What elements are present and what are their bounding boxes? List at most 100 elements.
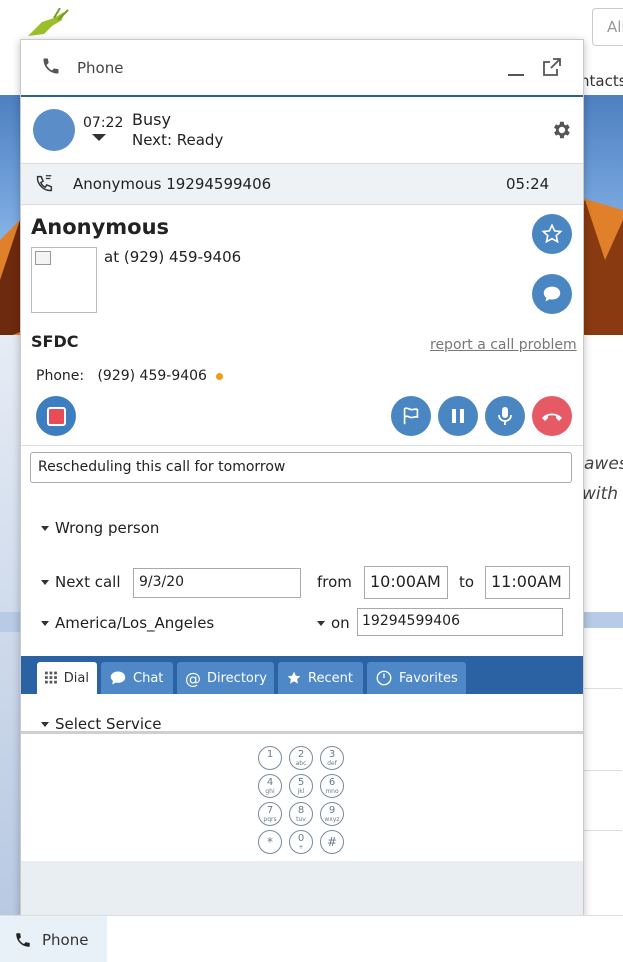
crm-source-label: SFDC bbox=[31, 332, 79, 351]
flag-icon bbox=[403, 407, 419, 425]
incoming-call-icon bbox=[36, 175, 53, 192]
agent-status-bar: 07:22 Busy Next: Ready bbox=[21, 97, 583, 164]
from-time-input[interactable]: 10:00AM bbox=[364, 566, 448, 599]
background-divider bbox=[582, 770, 622, 771]
next-call-select[interactable]: Next call bbox=[41, 573, 121, 591]
caret-down-icon bbox=[41, 621, 49, 626]
record-icon bbox=[46, 406, 66, 426]
from-label: from bbox=[317, 573, 352, 591]
softphone-header: Phone bbox=[21, 40, 583, 97]
clock-icon bbox=[376, 670, 392, 686]
keypad-key-3[interactable]: 3 def bbox=[320, 746, 344, 770]
active-call-bar: Anonymous 19294599406 05:24 bbox=[21, 164, 583, 205]
agent-avatar[interactable] bbox=[33, 109, 75, 151]
background-nav-contacts[interactable]: ntacts bbox=[580, 72, 623, 90]
background-divider bbox=[582, 830, 622, 831]
tab-favorites-label: Favorites bbox=[399, 670, 458, 686]
agent-status-label[interactable]: Busy bbox=[132, 110, 171, 129]
star-icon bbox=[541, 223, 563, 244]
phone-icon bbox=[16, 933, 30, 947]
background-header bbox=[0, 0, 623, 40]
agent-status-timer: 07:22 bbox=[83, 115, 124, 131]
background-divider bbox=[582, 688, 622, 689]
tab-directory-label: Directory bbox=[207, 670, 267, 686]
caret-down-icon bbox=[41, 722, 49, 727]
chevron-down-icon[interactable] bbox=[92, 134, 106, 141]
timezone-value: America/Los_Angeles bbox=[55, 614, 215, 632]
keypad-key-star[interactable]: * bbox=[258, 830, 282, 854]
pause-icon bbox=[452, 409, 464, 423]
popout-icon[interactable] bbox=[543, 58, 561, 76]
softphone-title: Phone bbox=[77, 59, 124, 77]
caret-down-icon bbox=[41, 526, 49, 531]
keypad-key-4[interactable]: 4 ghi bbox=[258, 774, 282, 798]
softphone-window: Phone 07:22 Busy Next: Ready Anonymous 1… bbox=[20, 39, 584, 917]
favorite-button[interactable] bbox=[532, 214, 572, 254]
tab-directory[interactable]: @ Directory bbox=[177, 662, 274, 694]
keypad-key-9[interactable]: 9 wxyz bbox=[320, 802, 344, 826]
on-number-select[interactable]: on bbox=[317, 614, 350, 632]
disposition-select[interactable]: Wrong person bbox=[41, 519, 159, 537]
tab-favorites[interactable]: Favorites bbox=[367, 662, 466, 694]
tab-dial-label: Dial bbox=[63, 670, 89, 686]
report-call-problem-link[interactable]: report a call problem bbox=[430, 337, 577, 353]
hold-button[interactable] bbox=[438, 396, 478, 436]
keypad-key-6[interactable]: 6 mno bbox=[320, 774, 344, 798]
microphone-icon bbox=[498, 407, 512, 425]
contact-phone-row: Phone: (929) 459-9406 bbox=[36, 368, 224, 384]
hangup-button[interactable] bbox=[532, 396, 572, 436]
utility-phone-button[interactable]: Phone bbox=[0, 916, 107, 962]
chat-button[interactable] bbox=[532, 274, 572, 314]
background-text: with bbox=[582, 484, 619, 504]
broken-image-icon bbox=[35, 251, 51, 265]
gear-icon[interactable] bbox=[550, 119, 572, 141]
presence-dot bbox=[216, 372, 224, 380]
bottom-utility-bar: Phone bbox=[0, 915, 623, 962]
transfer-button[interactable] bbox=[391, 396, 431, 436]
mute-button[interactable] bbox=[485, 396, 525, 436]
tab-chat-label: Chat bbox=[133, 670, 164, 686]
contact-photo bbox=[31, 247, 97, 313]
tab-dial[interactable]: Dial bbox=[37, 662, 97, 694]
chat-bubble-icon bbox=[543, 286, 561, 302]
background-search-input[interactable]: All bbox=[592, 8, 623, 46]
tab-recent[interactable]: Recent bbox=[278, 662, 363, 694]
keypad-key-hash[interactable]: # bbox=[320, 830, 344, 854]
softphone-footer bbox=[21, 861, 583, 916]
next-call-label: Next call bbox=[55, 573, 121, 591]
disposition-value: Wrong person bbox=[55, 519, 160, 537]
caller-id: Anonymous 19294599406 bbox=[73, 175, 272, 193]
hangup-icon bbox=[542, 413, 562, 421]
minimize-button[interactable] bbox=[508, 64, 524, 76]
contact-number: at (929) 459-9406 bbox=[104, 248, 242, 266]
phone-icon bbox=[43, 58, 59, 74]
on-label: on bbox=[331, 614, 350, 632]
contact-panel: Anonymous at (929) 459-9406 SFDC report … bbox=[21, 205, 583, 446]
star-icon bbox=[287, 671, 301, 684]
timezone-select[interactable]: America/Los_Angeles bbox=[41, 614, 214, 632]
keypad-key-8[interactable]: 8 tuv bbox=[289, 802, 313, 826]
grasshopper-logo-icon bbox=[28, 8, 69, 36]
keypad-key-0[interactable]: 0 + bbox=[289, 830, 313, 854]
call-duration: 05:24 bbox=[506, 175, 550, 193]
keypad-key-2[interactable]: 2 abc bbox=[289, 746, 313, 770]
divider bbox=[21, 731, 583, 734]
callback-number-input[interactable]: 19294599406 bbox=[357, 608, 563, 636]
to-time-input[interactable]: 11:00AM bbox=[485, 566, 570, 599]
at-icon: @ bbox=[185, 668, 201, 688]
call-notes-input[interactable]: Rescheduling this call for tomorrow bbox=[30, 452, 572, 483]
phone-value[interactable]: (929) 459-9406 bbox=[97, 368, 207, 384]
tab-chat[interactable]: Chat bbox=[101, 662, 173, 694]
record-button[interactable] bbox=[36, 396, 76, 436]
chat-bubble-icon bbox=[110, 671, 126, 685]
callback-date-input[interactable]: 9/3/20 bbox=[133, 568, 301, 598]
phone-label: Phone: bbox=[36, 368, 85, 384]
keypad-key-1[interactable]: 1 bbox=[258, 746, 282, 770]
contact-name: Anonymous bbox=[31, 215, 170, 239]
caret-down-icon bbox=[317, 621, 325, 626]
background-card bbox=[580, 335, 623, 615]
keypad-key-5[interactable]: 5 jkl bbox=[289, 774, 313, 798]
caret-down-icon bbox=[41, 580, 49, 585]
keypad-key-7[interactable]: 7 pqrs bbox=[258, 802, 282, 826]
agent-next-status: Next: Ready bbox=[132, 131, 224, 149]
